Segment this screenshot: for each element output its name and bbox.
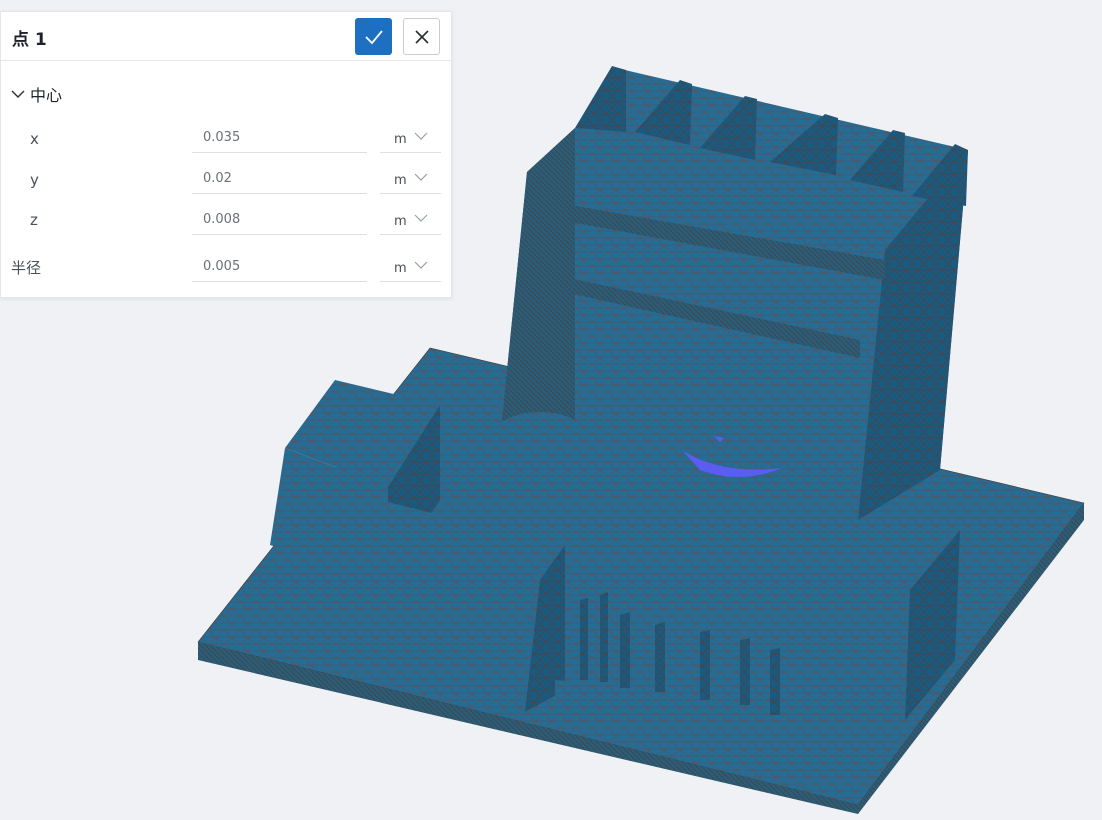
panel-header: 点 1 — [1, 12, 451, 61]
close-icon — [414, 29, 429, 44]
z-field[interactable] — [192, 205, 367, 235]
check-icon — [364, 29, 383, 44]
field-label-x: x — [30, 130, 39, 148]
field-label-z: z — [30, 211, 38, 229]
field-label-radius: 半径 — [11, 259, 42, 277]
close-button[interactable] — [403, 18, 440, 55]
section-label-center: 中心 — [30, 86, 63, 105]
chevron-down-icon — [414, 214, 428, 222]
unit-select-x[interactable]: m — [380, 123, 441, 153]
confirm-button[interactable] — [355, 18, 392, 55]
panel-title: 点 1 — [12, 30, 47, 50]
unit-select-z[interactable]: m — [380, 205, 441, 235]
x-field[interactable] — [192, 123, 367, 153]
center-section-toggle[interactable]: 中心 — [11, 82, 62, 106]
unit-value-y: m — [394, 173, 407, 188]
unit-value-z: m — [394, 214, 407, 229]
unit-value-radius: m — [394, 261, 407, 276]
unit-select-radius[interactable]: m — [380, 252, 441, 282]
unit-value-x: m — [394, 132, 407, 147]
y-field[interactable] — [192, 164, 367, 194]
field-label-y: y — [30, 171, 39, 189]
radius-field[interactable] — [192, 252, 367, 282]
point-properties-panel: 点 1 中心 x m y m z m 半径 — [0, 11, 452, 298]
chevron-down-icon — [414, 261, 428, 269]
chevron-down-icon — [11, 90, 25, 98]
unit-select-y[interactable]: m — [380, 164, 441, 194]
chevron-down-icon — [414, 132, 428, 140]
chevron-down-icon — [414, 173, 428, 181]
